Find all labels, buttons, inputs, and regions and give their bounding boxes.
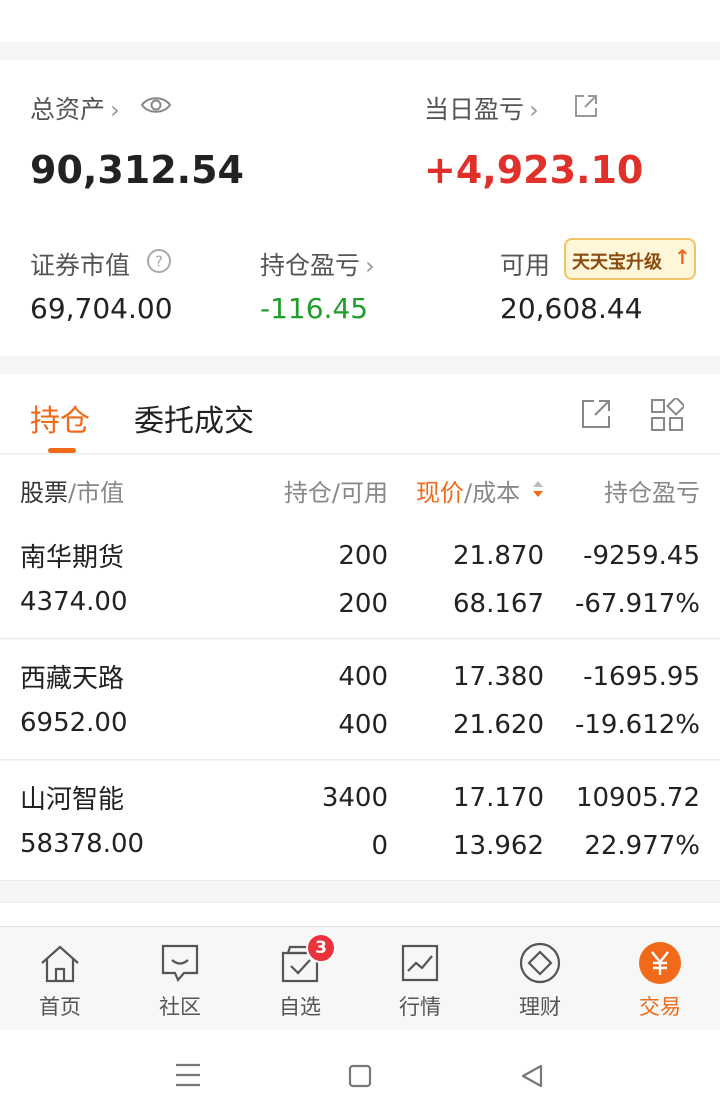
position-pnl-link[interactable]: 持仓盈亏 › [260,246,375,282]
nav-wealth[interactable]: 理财 [480,927,600,1031]
current-price: 17.170 [453,783,544,813]
chat-icon [161,944,199,983]
header-stock: 股票/市值 [20,479,125,507]
available-qty: 400 [338,710,388,740]
tab-holdings[interactable]: 持仓 [30,396,90,440]
home-square-icon[interactable] [348,1064,372,1088]
asset-summary-card: 总资产 › 90,312.54 当日盈亏 › +4,923.10 证券市值 ? … [0,60,720,356]
available-qty: 200 [338,589,388,619]
stock-market-value: 4374.00 [20,587,128,617]
upgrade-badge-label: 天天宝升级 [572,252,662,273]
nav-label: 理财 [519,995,561,1019]
pnl-percent: -67.917% [574,589,700,619]
stock-name: 山河智能 [20,785,125,815]
tab-active-indicator [48,448,76,453]
svg-text:?: ? [155,253,163,271]
stock-market-value: 6952.00 [20,708,128,738]
available-label: 可用 [500,251,551,280]
current-price: 17.380 [453,662,544,692]
back-icon[interactable] [520,1063,544,1089]
position-qty: 400 [338,662,388,692]
home-icon [41,945,79,983]
nav-label: 首页 [39,995,81,1019]
upgrade-badge[interactable]: 天天宝升级 ↑ [564,238,696,280]
header-pnl: 持仓盈亏 [604,479,700,507]
available-value: 20,608.44 [500,292,643,325]
yen-icon [639,942,681,984]
cost-price: 21.620 [453,710,544,740]
grid-icon[interactable] [650,398,684,432]
header-price-sort[interactable]: 现价/成本 [416,473,520,508]
menu-icon[interactable] [174,1062,202,1088]
table-row[interactable]: 南华期货 4374.00 200 200 21.870 68.167 -9259… [0,519,720,639]
status-bar-area [0,0,720,42]
market-value: 69,704.00 [30,292,173,325]
table-row[interactable]: 西藏天路 6952.00 400 400 17.380 21.620 -1695… [0,640,720,760]
pnl-amount: -9259.45 [583,541,700,571]
daily-pnl-value: +4,923.10 [424,148,644,192]
holdings-tabs: 持仓 委托成交 [0,374,720,454]
total-assets-link[interactable]: 总资产 › [30,90,120,126]
total-assets-value: 90,312.54 [30,148,244,192]
cost-price: 13.962 [453,831,544,861]
nav-label: 行情 [399,995,441,1019]
header-position: 持仓/可用 [283,479,388,507]
total-assets-label: 总资产 [30,95,106,124]
nav-label: 交易 [639,995,681,1019]
content-spacer [0,902,720,926]
position-qty: 3400 [321,783,388,813]
chevron-right-icon: › [529,96,539,124]
nav-label: 自选 [279,995,321,1019]
nav-community[interactable]: 社区 [120,927,240,1031]
stock-name: 南华期货 [20,543,125,573]
chart-icon [401,944,439,982]
position-pnl-label: 持仓盈亏 [260,251,361,280]
nav-market[interactable]: 行情 [360,927,480,1031]
cost-price: 68.167 [453,589,544,619]
nav-watchlist[interactable]: 3 自选 [240,927,360,1031]
pnl-amount: 10905.72 [575,783,700,813]
chevron-right-icon: › [365,252,375,280]
bottom-nav: 首页 社区 3 自选 行情 理财 交易 [0,926,720,1030]
diamond-icon [519,942,561,984]
eye-icon[interactable] [140,94,172,116]
nav-trade[interactable]: 交易 [600,927,720,1031]
table-row[interactable]: 山河智能 58378.00 3400 0 17.170 13.962 10905… [0,761,720,881]
pnl-amount: -1695.95 [583,662,700,692]
system-nav-bar [0,1030,720,1119]
stock-market-value: 58378.00 [20,829,145,859]
daily-pnl-link[interactable]: 当日盈亏 › [424,90,539,126]
available-qty: 0 [371,831,388,861]
market-value-label: 证券市值 [30,251,131,280]
export-icon[interactable] [580,398,612,430]
position-qty: 200 [338,541,388,571]
nav-label: 社区 [159,995,201,1019]
pnl-percent: -19.612% [574,710,700,740]
nav-home[interactable]: 首页 [0,927,120,1031]
share-icon[interactable] [572,92,600,120]
table-header: 股票/市值 持仓/可用 现价/成本 持仓盈亏 [0,455,720,519]
position-pnl-value: -116.45 [260,292,369,325]
sort-icon[interactable] [532,479,544,499]
notification-badge: 3 [306,933,336,963]
stock-name: 西藏天路 [20,664,125,694]
pnl-percent: 22.977% [584,831,700,861]
chevron-right-icon: › [110,96,120,124]
help-icon[interactable]: ? [146,248,172,274]
current-price: 21.870 [453,541,544,571]
arrow-up-icon: ↑ [674,245,691,269]
daily-pnl-label: 当日盈亏 [424,95,525,124]
tab-orders[interactable]: 委托成交 [134,396,254,440]
